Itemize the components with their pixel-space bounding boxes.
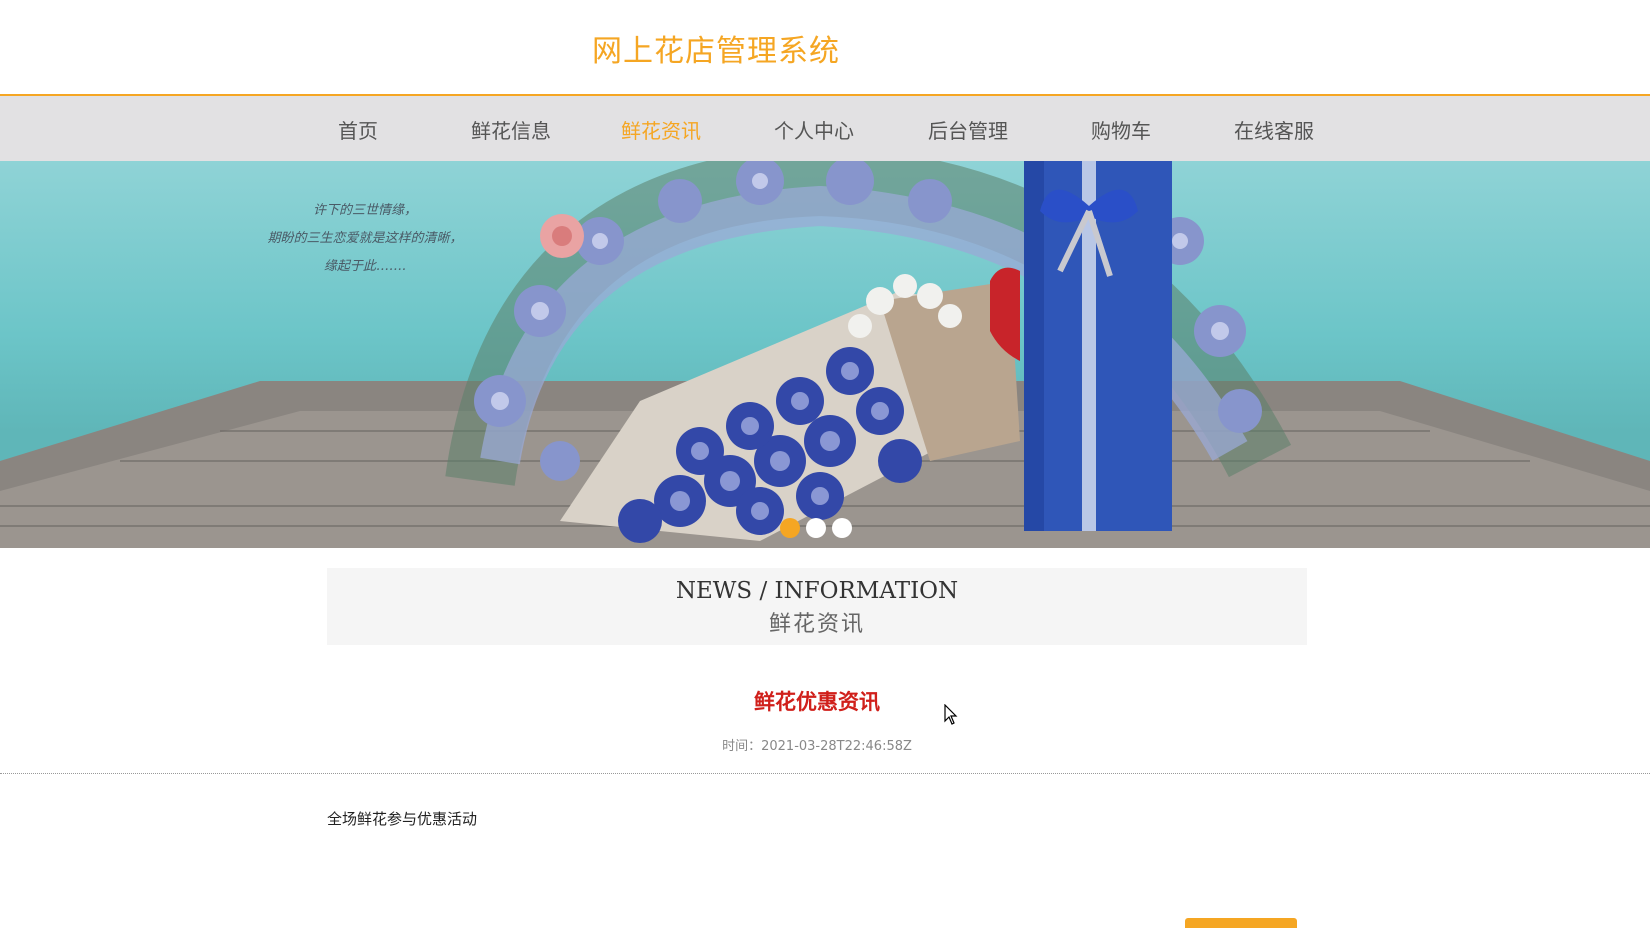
banner-poem-line: 缘起于此…….: [323, 259, 407, 274]
nav-item-home[interactable]: 首页: [338, 115, 378, 144]
site-header: 网上花店管理系统: [0, 0, 1650, 96]
article-time: 时间：2021-03-28T22:46:58Z: [0, 735, 1634, 754]
section-title-cn: 鲜花资讯: [768, 612, 865, 637]
nav-item-cart[interactable]: 购物车: [1091, 115, 1151, 144]
section-title-en: NEWS / INFORMATION: [675, 578, 959, 604]
banner-carousel[interactable]: 许下的三世情缘， 期盼的三生恋爱就是这样的清晰， 缘起于此…….: [0, 161, 1650, 548]
mouse-cursor-icon: [944, 704, 958, 725]
nav-item-customer-service[interactable]: 在线客服: [1234, 115, 1314, 144]
article-time-label: 时间：: [722, 739, 762, 754]
section-heading: NEWS / INFORMATION 鲜花资讯: [327, 568, 1307, 645]
carousel-dot-2[interactable]: [806, 518, 826, 538]
carousel-indicators: [780, 518, 852, 538]
banner-poem-line: 许下的三世情缘，: [312, 203, 417, 218]
nav-item-flower-info[interactable]: 鲜花信息: [471, 115, 551, 144]
carousel-dot-1[interactable]: [780, 518, 800, 538]
nav-item-personal-center[interactable]: 个人中心: [774, 115, 854, 144]
article-title: 鲜花优惠资讯: [754, 690, 880, 714]
article-body: 全场鲜花参与优惠活动: [327, 810, 478, 828]
article-divider: [0, 773, 1650, 774]
site-title[interactable]: 网上花店管理系统: [592, 26, 840, 70]
carousel-dot-3[interactable]: [832, 518, 852, 538]
banner-poem: 许下的三世情缘， 期盼的三生恋爱就是这样的清晰， 缘起于此…….: [210, 197, 520, 281]
article-time-value: 2021-03-28T22:46:58Z: [761, 739, 912, 754]
back-button[interactable]: [1185, 918, 1297, 928]
banner-poem-line: 期盼的三生恋爱就是这样的清晰，: [267, 231, 463, 246]
nav-item-flower-news[interactable]: 鲜花资讯: [621, 115, 701, 144]
main-nav: 首页 鲜花信息 鲜花资讯 个人中心 后台管理 购物车 在线客服: [0, 96, 1650, 161]
nav-item-admin[interactable]: 后台管理: [928, 115, 1008, 144]
